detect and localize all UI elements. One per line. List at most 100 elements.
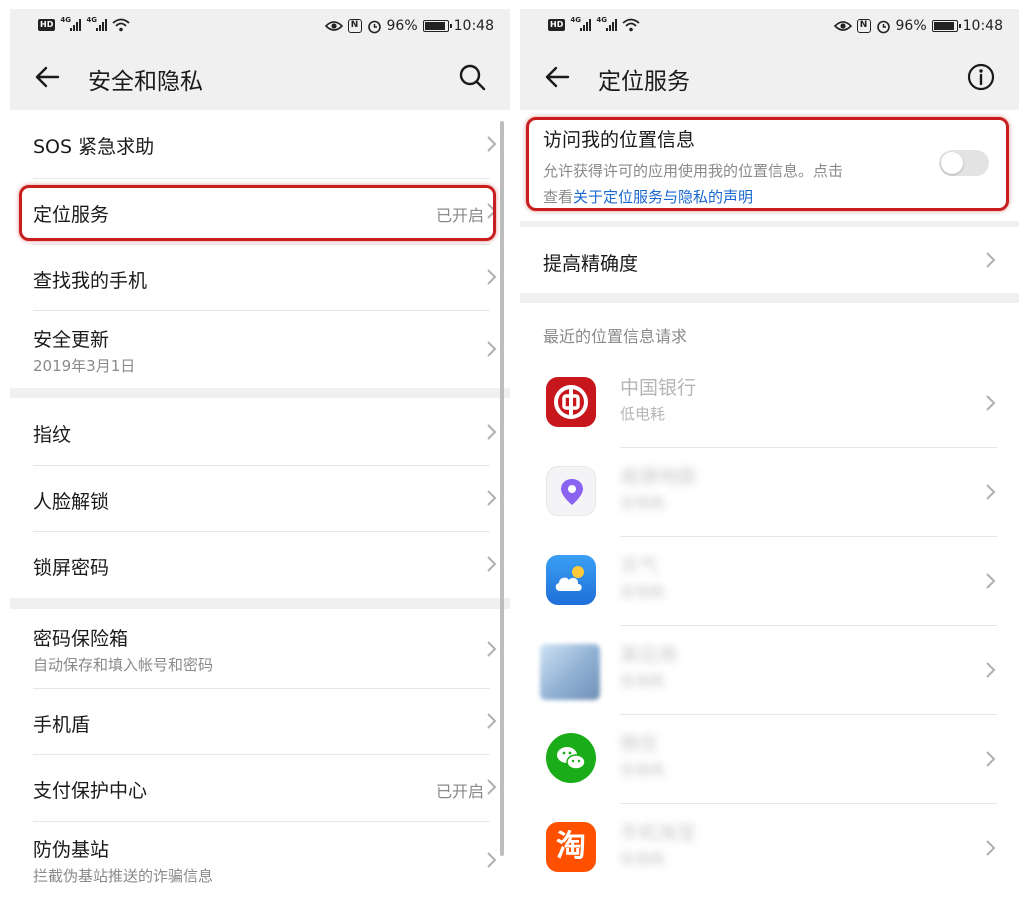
app-power-usage: 低电耗 xyxy=(620,761,666,779)
item-label: 提高精确度 xyxy=(543,253,639,275)
status-bar-left: HD 4G 4G xyxy=(38,16,130,32)
clock: 10:48 xyxy=(453,18,494,34)
app-name: 天气 xyxy=(620,555,659,577)
item-label: 手机盾 xyxy=(33,714,91,736)
battery-percent: 96% xyxy=(895,18,927,34)
settings-item-security-update[interactable]: 安全更新 2019年3月1日 xyxy=(10,310,510,388)
back-arrow-icon[interactable] xyxy=(32,61,64,93)
toolbar: 定位服务 xyxy=(520,45,1019,109)
chevron-right-icon xyxy=(986,252,996,268)
clock: 10:48 xyxy=(962,18,1003,34)
battery-icon xyxy=(931,20,961,32)
hd-badge: HD xyxy=(548,19,566,31)
signal-icon: 4G xyxy=(570,16,592,31)
app-row[interactable]: 某应用 低电耗 xyxy=(520,626,1019,715)
item-label: 指纹 xyxy=(33,424,72,446)
accuracy-card: 提高精确度 xyxy=(520,227,1019,293)
chevron-right-icon xyxy=(487,852,497,868)
back-arrow-icon[interactable] xyxy=(542,61,574,93)
settings-item-find-phone[interactable]: 查找我的手机 xyxy=(10,244,510,310)
app-power-usage: 低电耗 xyxy=(620,494,666,512)
app-power-usage: 低电耗 xyxy=(620,583,666,601)
item-subtitle: 2019年3月1日 xyxy=(33,357,136,375)
map-pin-icon xyxy=(546,466,596,516)
chevron-right-icon xyxy=(487,269,497,285)
app-row[interactable]: 中国银行 低电耗 xyxy=(520,359,1019,448)
toolbar: 安全和隐私 xyxy=(10,45,510,109)
item-label: 密码保险箱 xyxy=(33,628,129,650)
settings-item-password-vault[interactable]: 密码保险箱 自动保存和填入帐号和密码 xyxy=(10,609,510,688)
phone-screen-location-services: HD 4G 4G N 96% 10:48 定位服务 访问我的位置信息 允许获得许… xyxy=(520,9,1019,902)
chevron-right-icon xyxy=(986,662,996,678)
alarm-icon xyxy=(876,20,890,33)
app-row[interactable]: 微信 低电耗 xyxy=(520,715,1019,804)
chevron-right-icon xyxy=(986,484,996,500)
item-label: 支付保护中心 xyxy=(33,780,148,802)
settings-item-fake-base-station[interactable]: 防伪基站 拦截伪基站推送的诈骗信息 xyxy=(10,821,510,899)
app-power-usage: 低电耗 xyxy=(620,672,666,690)
boc-icon xyxy=(546,377,596,427)
item-label: 安全更新 xyxy=(33,329,110,351)
wechat-icon xyxy=(546,733,596,783)
eye-comfort-icon xyxy=(324,21,343,31)
app-power-usage: 低电耗 xyxy=(620,850,666,868)
weather-icon xyxy=(546,555,596,605)
app-row[interactable]: 高德地图 低电耗 xyxy=(520,448,1019,537)
taobao-icon: 淘 xyxy=(546,822,596,872)
highlight-box-location-access xyxy=(526,117,1009,211)
highlight-box-location xyxy=(19,185,496,241)
settings-item-sos[interactable]: SOS 紧急求助 xyxy=(10,110,510,178)
item-label: 人脸解锁 xyxy=(33,491,110,513)
chevron-right-icon xyxy=(487,341,497,357)
settings-item-face-unlock[interactable]: 人脸解锁 xyxy=(10,465,510,531)
alarm-icon xyxy=(367,20,381,33)
app-row[interactable]: 淘 手机淘宝 低电耗 xyxy=(520,804,1019,893)
status-bar: HD 4G 4G N 96% 10:48 xyxy=(520,9,1019,45)
app-name: 中国银行 xyxy=(620,377,697,399)
app-name: 微信 xyxy=(620,733,659,755)
page-title: 安全和隐私 xyxy=(88,69,203,95)
item-label: 防伪基站 xyxy=(33,839,110,861)
chevron-right-icon xyxy=(487,641,497,657)
item-subtitle: 自动保存和填入帐号和密码 xyxy=(33,656,214,674)
item-label: SOS 紧急求助 xyxy=(33,136,155,158)
chevron-right-icon xyxy=(986,573,996,589)
app-name: 高德地图 xyxy=(620,466,697,488)
chevron-right-icon xyxy=(487,779,497,795)
signal-icon: 4G xyxy=(596,16,618,31)
scrollbar[interactable] xyxy=(500,121,504,856)
battery-icon xyxy=(422,20,452,32)
item-label: 查找我的手机 xyxy=(33,270,148,292)
phone-screen-security-privacy: HD 4G 4G N 96% 10:48 安全和隐私 SOS 紧急求助 定位服务… xyxy=(10,9,510,902)
settings-item-lock-password[interactable]: 锁屏密码 xyxy=(10,531,510,598)
chevron-right-icon xyxy=(487,136,497,152)
blurred-app-icon xyxy=(540,644,600,700)
chevron-right-icon xyxy=(986,840,996,856)
signal-icon: 4G xyxy=(86,16,108,31)
settings-group-security: SOS 紧急求助 定位服务 已开启 查找我的手机 安全更新 2019年3月1日 xyxy=(10,110,510,388)
eye-comfort-icon xyxy=(833,21,852,31)
item-subtitle: 拦截伪基站推送的诈骗信息 xyxy=(33,867,214,885)
chevron-right-icon xyxy=(487,713,497,729)
status-bar-left: HD 4G 4G xyxy=(548,16,640,32)
app-name: 手机淘宝 xyxy=(620,822,697,844)
nfc-icon: N xyxy=(347,19,362,33)
settings-item-payment-protection[interactable]: 支付保护中心 已开启 xyxy=(10,754,510,821)
hd-badge: HD xyxy=(38,19,56,31)
settings-item-improve-accuracy[interactable]: 提高精确度 xyxy=(520,227,1019,293)
settings-item-fingerprint[interactable]: 指纹 xyxy=(10,398,510,465)
chevron-right-icon xyxy=(986,395,996,411)
info-icon[interactable] xyxy=(965,61,997,93)
settings-group-unlock: 指纹 人脸解锁 锁屏密码 xyxy=(10,398,510,598)
wifi-icon xyxy=(622,18,640,32)
item-label: 锁屏密码 xyxy=(33,557,110,579)
settings-group-protection: 密码保险箱 自动保存和填入帐号和密码 手机盾 支付保护中心 已开启 防伪基站 拦… xyxy=(10,609,510,902)
status-bar-right: N 96% 10:48 xyxy=(833,18,1003,34)
signal-icon: 4G xyxy=(60,16,82,31)
settings-item-phone-shield[interactable]: 手机盾 xyxy=(10,688,510,754)
chevron-right-icon xyxy=(986,751,996,767)
chevron-right-icon xyxy=(487,490,497,506)
search-icon[interactable] xyxy=(456,61,488,93)
app-row[interactable]: 天气 低电耗 xyxy=(520,537,1019,626)
app-name: 某应用 xyxy=(620,644,678,666)
